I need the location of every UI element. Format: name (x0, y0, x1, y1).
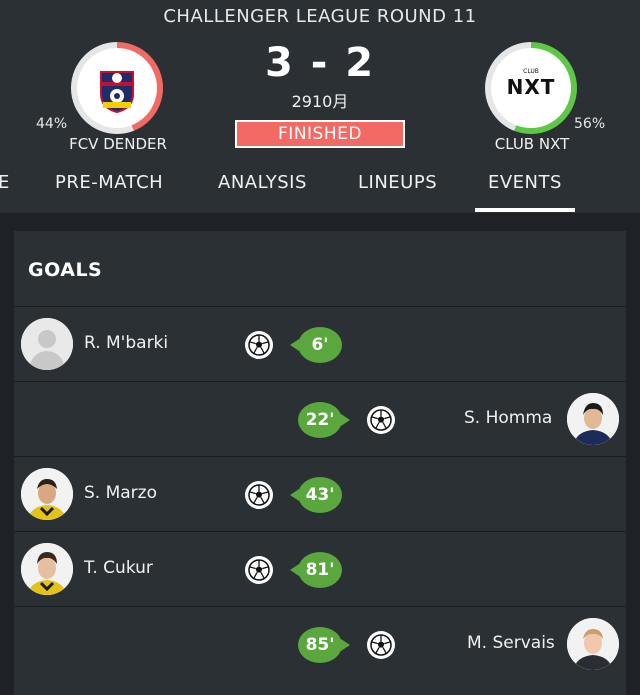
goal-scorer-name[interactable]: M. Servais (467, 633, 555, 653)
player-avatar (21, 543, 73, 595)
goal-event-row[interactable]: 22' S. Homma (14, 381, 626, 456)
goal-scorer-name[interactable]: R. M'barki (84, 333, 168, 353)
player-avatar (21, 318, 73, 370)
soccer-ball-icon (245, 331, 273, 359)
goals-title: GOALS (28, 259, 103, 281)
goal-scorer-name[interactable]: T. Cukur (84, 558, 153, 578)
goal-minute-badge: 22' (298, 402, 350, 438)
goal-event-row[interactable]: T. Cukur 81' (14, 531, 626, 606)
tab-lineups[interactable]: LINEUPS (358, 172, 437, 193)
player-avatar (567, 618, 619, 670)
goal-event-row[interactable]: R. M'barki 6' (14, 306, 626, 381)
placeholder-person-icon (21, 318, 73, 370)
away-team-logo: CLUB NXT (491, 48, 571, 128)
goal-minute-badge: 85' (298, 627, 350, 663)
goal-scorer-name[interactable]: S. Marzo (84, 483, 157, 503)
player-photo-icon (567, 618, 619, 670)
soccer-ball-icon (245, 481, 273, 509)
tab-analysis[interactable]: ANALYSIS (218, 172, 307, 193)
tab-pre-match[interactable]: PRE-MATCH (55, 172, 163, 193)
tab-partial[interactable]: E (0, 172, 10, 193)
league-title: CHALLENGER LEAGUE ROUND 11 (163, 6, 477, 27)
player-avatar (21, 468, 73, 520)
goal-minute-badge: 43' (290, 477, 342, 513)
match-header: CHALLENGER LEAGUE ROUND 11 44% FCV DENDE… (0, 0, 640, 213)
goal-minute-badge: 81' (290, 552, 342, 588)
away-possession-ring[interactable]: CLUB NXT (485, 42, 577, 134)
away-possession-percent: 56% (574, 116, 606, 132)
home-team-name[interactable]: FCV DENDER (48, 135, 188, 153)
player-photo-icon (567, 393, 619, 445)
goal-event-row[interactable]: S. Marzo 43' (14, 456, 626, 531)
away-team-name[interactable]: CLUB NXT (462, 135, 602, 153)
soccer-ball-icon (367, 406, 395, 434)
club-nxt-logo-icon: CLUB NXT (503, 68, 559, 108)
match-tabs: E PRE-MATCH ANALYSIS LINEUPS EVENTS (0, 166, 640, 213)
club-nxt-logo-text: NXT (506, 75, 556, 99)
goal-scorer-name[interactable]: S. Homma (464, 408, 552, 428)
player-photo-icon (21, 543, 73, 595)
goal-event-row[interactable]: 85' M. Servais (14, 606, 626, 681)
match-status-badge: FINISHED (235, 120, 405, 148)
soccer-ball-icon (367, 631, 395, 659)
goals-card: GOALS R. M'barki 6' 22' S. Homma S. Marz… (14, 231, 626, 695)
player-photo-icon (21, 468, 73, 520)
player-avatar (567, 393, 619, 445)
home-possession-percent: 44% (36, 116, 68, 132)
soccer-ball-icon (245, 556, 273, 584)
goal-minute-badge: 6' (290, 327, 342, 363)
tab-events[interactable]: EVENTS (475, 172, 575, 212)
